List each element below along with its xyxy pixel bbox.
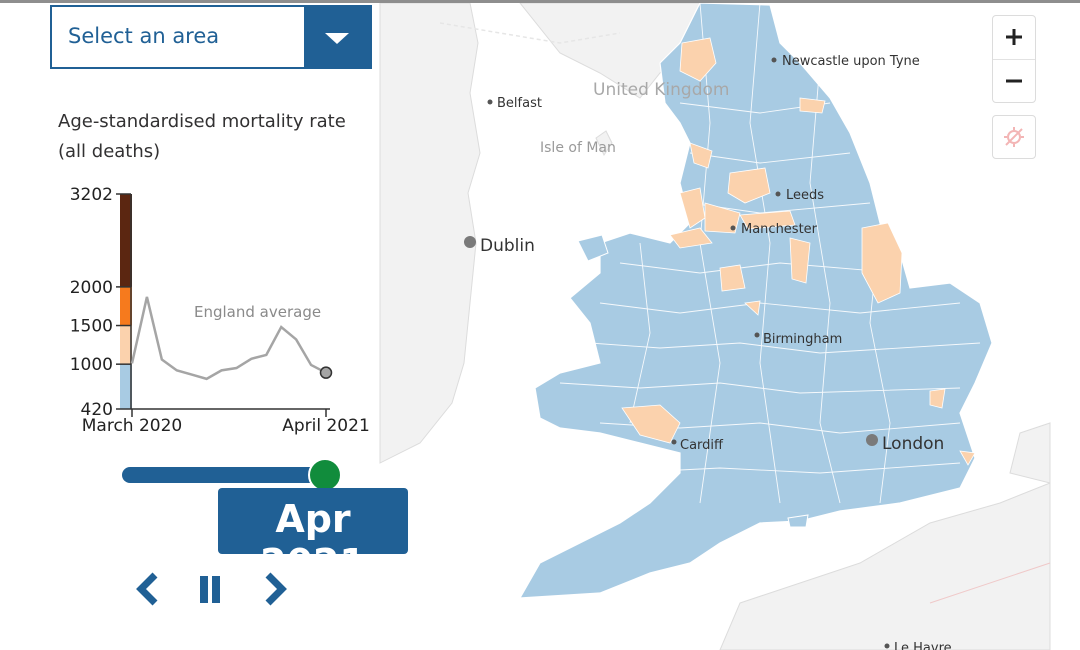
legend-band-2 [120, 286, 132, 326]
legend-band-1 [120, 325, 132, 365]
time-slider[interactable] [122, 458, 342, 492]
label-birmingham: Birmingham [763, 332, 842, 347]
area-select-dropdown[interactable]: Select an area [50, 5, 372, 69]
zoom-in-button[interactable] [993, 16, 1035, 60]
dropdown-toggle[interactable] [304, 7, 370, 67]
label-le-havre: Le Havre [894, 641, 952, 650]
y-tick-label: 2000 [70, 278, 113, 298]
next-button[interactable] [255, 569, 295, 609]
label-dublin: Dublin [480, 236, 535, 256]
chevron-right-icon [265, 572, 287, 606]
x-tick-label-end: April 2021 [282, 416, 370, 436]
chart-title: Age-standardised mortality rate (all dea… [58, 111, 346, 162]
label-manchester: Manchester [741, 222, 818, 237]
plus-icon [1006, 29, 1022, 45]
y-tick-label: 3202 [70, 185, 113, 205]
chevron-down-icon [325, 33, 349, 44]
legend-band-0 [120, 364, 132, 409]
slider-thumb[interactable] [308, 458, 342, 492]
chevron-left-icon [136, 572, 158, 606]
previous-button[interactable] [128, 569, 168, 609]
current-date-label: Apr 2021 [260, 497, 366, 585]
current-value-point [319, 366, 333, 379]
locate-button[interactable] [992, 115, 1036, 159]
pause-icon [200, 576, 220, 603]
side-panel: Select an area Age-standardised mortalit… [0, 3, 408, 650]
label-newcastle: Newcastle upon Tyne [782, 54, 920, 69]
pause-button[interactable] [190, 569, 230, 609]
minus-icon [1006, 79, 1022, 83]
locate-disabled-icon [1004, 127, 1024, 147]
label-london: London [882, 434, 944, 454]
label-belfast: Belfast [497, 96, 542, 111]
legend-band-3 [120, 194, 132, 287]
y-tick-label: 1000 [70, 355, 113, 375]
current-date-badge: Apr 2021 [218, 488, 408, 585]
label-leeds: Leeds [786, 188, 824, 203]
series-label: England average [194, 303, 321, 321]
slider-track[interactable] [122, 467, 327, 483]
zoom-out-button[interactable] [993, 60, 1035, 103]
area-select-placeholder: Select an area [68, 24, 220, 48]
label-isle-of-man: Isle of Man [540, 140, 616, 156]
x-tick-label-start: March 2020 [82, 416, 183, 436]
y-tick-label: 1500 [70, 317, 113, 337]
zoom-control [992, 15, 1036, 103]
label-united-kingdom: United Kingdom [593, 80, 729, 100]
label-cardiff: Cardiff [680, 438, 724, 453]
mortality-chart: 4201000150020003202March 2020 April 2021E… [70, 185, 370, 436]
